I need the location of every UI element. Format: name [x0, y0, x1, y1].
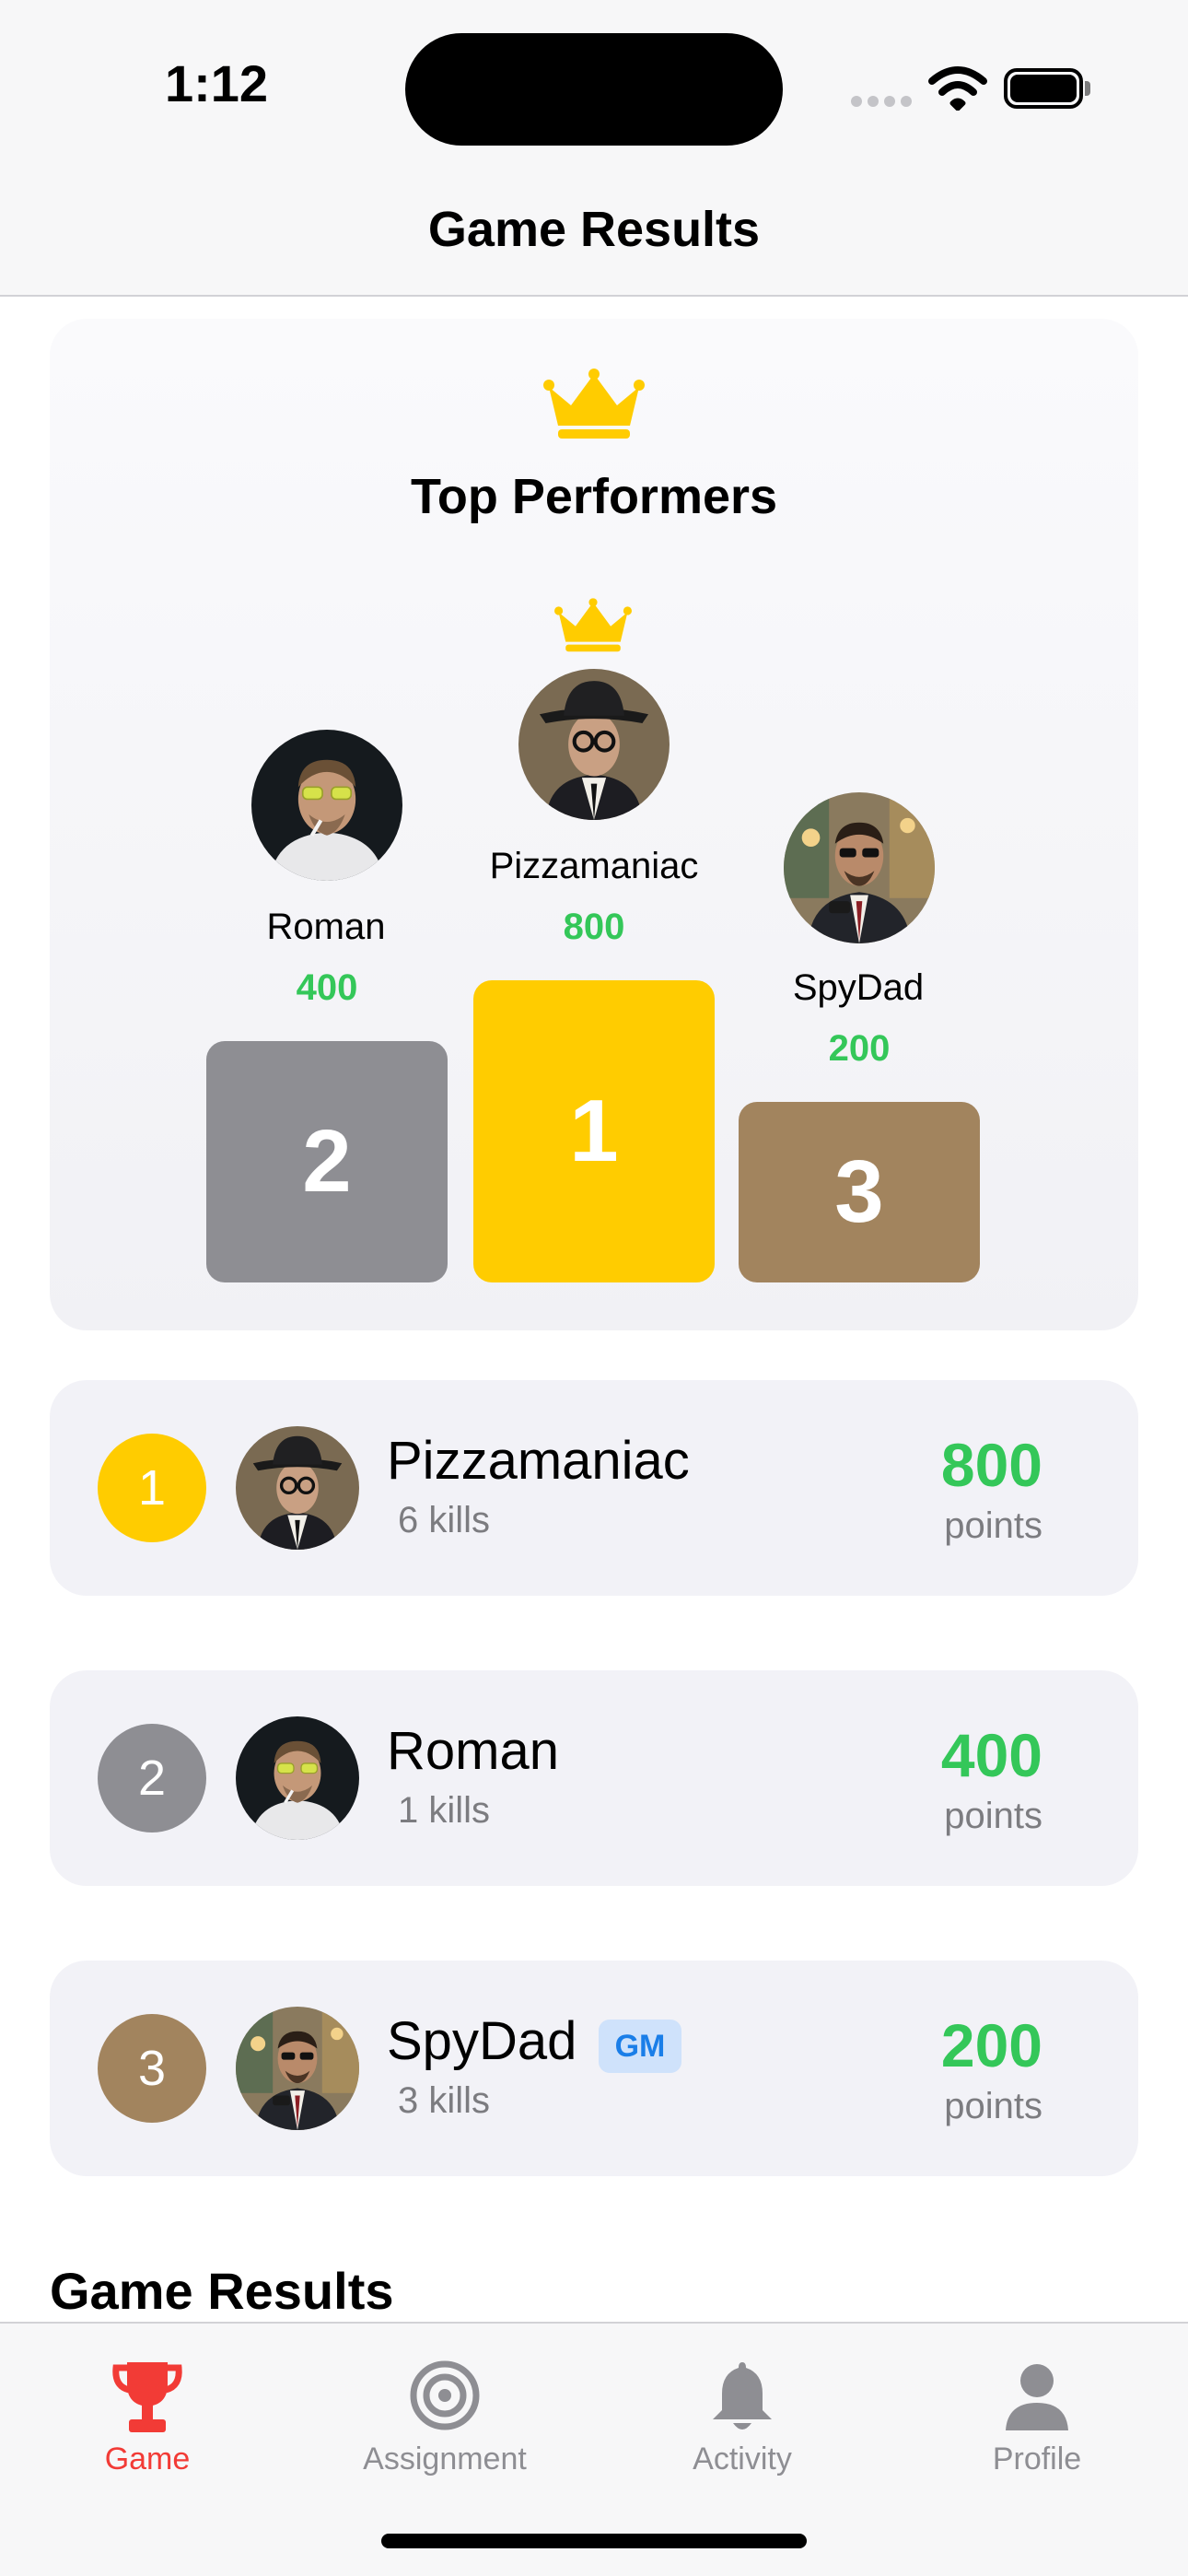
player-kills: 3 kills [398, 2080, 491, 2121]
podium-avatar-first[interactable] [518, 669, 670, 820]
podium-name-first: Pizzamaniac [489, 846, 699, 886]
dynamic-island [405, 33, 783, 146]
player-name: Roman [387, 1721, 559, 1781]
game-master-badge: GM [599, 2020, 681, 2073]
top-performers-card: Top Performers Roman 400 2 Pizzamaniac 8… [50, 319, 1138, 1330]
points-label: points [944, 1796, 1042, 1836]
tab-profile[interactable]: Profile [908, 2342, 1166, 2489]
ranking-row-spydad[interactable]: 3 SpyDad GM 3 kills 200 points [50, 1961, 1138, 2176]
navigation-bar: Game Results [0, 175, 1188, 297]
target-icon [410, 2360, 480, 2430]
player-name: Pizzamaniac [387, 1431, 690, 1491]
person-icon [1006, 2364, 1068, 2430]
winner-crown-icon [554, 597, 632, 654]
avatar [236, 1426, 359, 1550]
podium-points-second: 400 [296, 967, 358, 1008]
player-points: 200 [940, 2011, 1042, 2079]
avatar [236, 1716, 359, 1840]
player-kills: 1 kills [398, 1790, 491, 1831]
podium-points-first: 800 [563, 907, 625, 947]
top-performers-title: Top Performers [410, 469, 778, 524]
podium-avatar-second[interactable] [251, 730, 402, 881]
podium-block-first: 1 [473, 980, 715, 1282]
crown-icon [543, 369, 645, 440]
points-label: points [944, 2086, 1042, 2126]
player-points: 400 [940, 1721, 1042, 1789]
ranking-row-roman[interactable]: 2 Roman 1 kills 400 points [50, 1670, 1138, 1886]
rank-badge: 1 [98, 1434, 206, 1542]
ranking-row-pizzamaniac[interactable]: 1 Pizzamaniac 6 kills 800 points [50, 1380, 1138, 1596]
status-bar: 1:12 [0, 0, 1188, 175]
tab-label: Game [104, 2441, 191, 2476]
section-title: Game Results [50, 2262, 394, 2320]
player-kills: 6 kills [398, 1500, 491, 1540]
podium-name-third: SpyDad [792, 967, 925, 1008]
tab-game[interactable]: Game [18, 2342, 276, 2489]
page-title: Game Results [427, 202, 761, 257]
bell-icon [713, 2362, 772, 2430]
rank-badge: 3 [98, 2014, 206, 2123]
player-name: SpyDad [387, 2011, 577, 2071]
status-time: 1:12 [164, 54, 269, 112]
tab-label: Activity [693, 2441, 792, 2476]
trophy-icon [112, 2362, 182, 2432]
tab-label: Profile [992, 2441, 1082, 2476]
points-label: points [944, 1505, 1042, 1546]
player-points: 800 [940, 1431, 1042, 1499]
podium-block-third: 3 [739, 1102, 980, 1282]
tab-activity[interactable]: Activity [613, 2342, 871, 2489]
avatar [236, 2007, 359, 2130]
tab-assignment[interactable]: Assignment [316, 2342, 574, 2489]
battery-icon [1004, 68, 1090, 109]
home-indicator[interactable] [381, 2534, 807, 2548]
podium-points-third: 200 [828, 1028, 891, 1069]
rank-badge: 2 [98, 1724, 206, 1832]
podium-name-second: Roman [266, 907, 386, 947]
podium-block-second: 2 [206, 1041, 448, 1282]
wifi-icon [928, 66, 987, 111]
podium-avatar-third[interactable] [784, 792, 935, 943]
tab-label: Assignment [363, 2441, 527, 2476]
cellular-signal-icon [851, 96, 912, 109]
game-results-screen: 1:12 Game Results Top Performers Roman 4… [0, 0, 1188, 2576]
